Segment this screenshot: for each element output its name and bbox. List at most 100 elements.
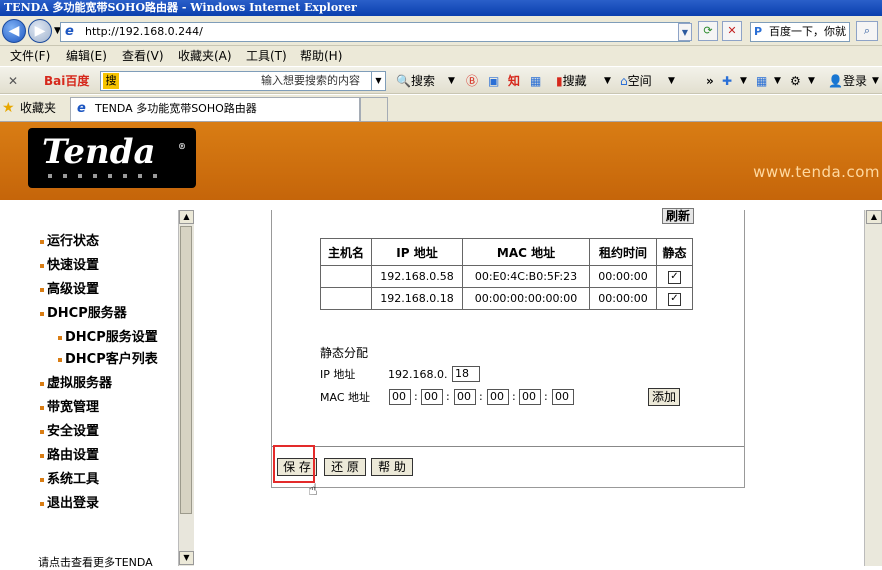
house-icon: ⌂ xyxy=(620,74,628,88)
gear-dropdown-icon[interactable]: ▼ xyxy=(808,73,815,89)
sidebar-item-quick-setup[interactable]: 快速设置 xyxy=(40,254,99,273)
sidebar-item-dhcp-server[interactable]: DHCP服务器 xyxy=(40,302,127,321)
sidebar-item-dhcp-client-list[interactable]: DHCP客户列表 xyxy=(58,348,158,367)
sidebar-item-label: 虚拟服务器 xyxy=(47,376,113,391)
website-label: www.tenda.com xyxy=(753,163,880,181)
refresh-button[interactable]: 刷新 xyxy=(662,208,694,224)
refresh-icon[interactable]: ⟳ xyxy=(698,21,718,41)
header-divider xyxy=(0,200,882,210)
sidebar-item-label: DHCP服务设置 xyxy=(65,330,158,345)
menu-view[interactable]: 查看(V) xyxy=(122,49,164,63)
soucang-label: 搜藏 xyxy=(562,74,587,88)
restore-button[interactable]: 还 原 xyxy=(324,458,366,476)
back-button[interactable]: ◀ xyxy=(2,19,26,43)
sidebar-item-security[interactable]: 安全设置 xyxy=(40,420,99,439)
forward-button[interactable]: ▶ xyxy=(28,19,52,43)
ip-last-octet-input[interactable]: 18 xyxy=(452,366,480,382)
menu-edit[interactable]: 编辑(E) xyxy=(66,49,107,63)
add-button[interactable]: 添加 xyxy=(648,388,680,406)
mac-field-1[interactable]: 00 xyxy=(389,389,411,405)
search-label: 搜索 xyxy=(410,74,435,88)
bullet-icon xyxy=(40,405,44,410)
ie-page-icon: e xyxy=(65,24,74,39)
search-dropdown-icon[interactable]: ▼ xyxy=(448,73,455,89)
zhidao-icon[interactable]: 知 xyxy=(508,73,520,89)
sidebar-item-system-tools[interactable]: 系统工具 xyxy=(40,468,99,487)
cell-ip: 192.168.0.18 xyxy=(371,287,463,310)
sidebar-footer-link[interactable]: 请点击查看更多TENDA xyxy=(38,554,153,570)
mac-separator: : xyxy=(414,390,418,403)
logo-tagline xyxy=(48,174,178,180)
add-icon[interactable]: ✚ xyxy=(722,73,732,89)
sidebar-item-dhcp-settings[interactable]: DHCP服务设置 xyxy=(58,326,158,345)
space-dropdown-icon[interactable]: ▼ xyxy=(668,73,675,89)
sidebar-item-label: 运行状态 xyxy=(47,234,100,249)
mac-field-5[interactable]: 00 xyxy=(519,389,541,405)
bullet-icon xyxy=(40,287,44,292)
col-hostname: 主机名 xyxy=(320,238,372,266)
soucang-button[interactable]: ▮搜藏 xyxy=(556,73,587,89)
mac-field-6[interactable]: 00 xyxy=(552,389,574,405)
menu-favorites[interactable]: 收藏夹(A) xyxy=(178,49,232,63)
menu-help[interactable]: 帮助(H) xyxy=(300,49,342,63)
login-button[interactable]: 👤登录 xyxy=(828,73,867,89)
search-input[interactable]: P 百度一下，你就 xyxy=(750,22,850,42)
favorites-button[interactable]: 收藏夹 xyxy=(20,100,56,116)
chevron-more-icon[interactable]: » xyxy=(706,73,714,89)
favorites-bar: ★ 收藏夹 e TENDA 多功能宽带SOHO路由器 xyxy=(0,95,882,122)
sidebar-scroll-thumb[interactable] xyxy=(180,226,192,514)
scroll-up-icon[interactable]: ▲ xyxy=(179,210,194,224)
help-button[interactable]: 帮 助 xyxy=(371,458,413,476)
mac-separator: : xyxy=(544,390,548,403)
apps-dropdown-icon[interactable]: ▼ xyxy=(774,73,781,89)
tieba-icon[interactable]: Ⓑ xyxy=(466,73,478,89)
bullet-icon xyxy=(40,501,44,506)
ip-label: IP 地址 xyxy=(320,368,356,381)
magnifier-icon: 🔍 xyxy=(396,74,411,88)
static-checkbox[interactable]: ✓ xyxy=(668,271,681,284)
search-go-icon[interactable]: ⌕ xyxy=(856,21,878,41)
address-input[interactable]: e http://192.168.0.244/ xyxy=(60,22,690,42)
user-icon: 👤 xyxy=(828,74,843,88)
space-button[interactable]: ⌂空间 xyxy=(620,73,652,89)
sidebar-item-logout[interactable]: 退出登录 xyxy=(40,492,99,511)
sidebar-item-routing[interactable]: 路由设置 xyxy=(40,444,99,463)
soucang-dropdown-icon[interactable]: ▼ xyxy=(604,73,611,89)
baidu-search-button[interactable]: 🔍搜索 xyxy=(396,73,435,89)
apps-grid-icon[interactable]: ▦ xyxy=(756,73,767,89)
table-row: 192.168.0.18 00:00:00:00:00:00 00:00:00 … xyxy=(320,287,693,310)
new-tab-button[interactable] xyxy=(360,97,388,121)
cell-hostname xyxy=(320,287,372,310)
sidebar-item-label: 高级设置 xyxy=(47,282,100,297)
gear-icon[interactable]: ⚙ xyxy=(790,73,801,89)
toolbar-close-icon[interactable]: ✕ xyxy=(8,73,18,89)
window-title: TENDA 多功能宽带SOHO路由器 - Windows Internet Ex… xyxy=(0,0,882,16)
baidu-dropdown-icon[interactable]: ▼ xyxy=(371,72,385,90)
login-dropdown-icon[interactable]: ▼ xyxy=(872,73,879,89)
mac-field-4[interactable]: 00 xyxy=(487,389,509,405)
main-scrollbar[interactable]: ▲ xyxy=(864,210,882,566)
add-dropdown-icon[interactable]: ▼ xyxy=(740,73,747,89)
sidebar-item-bandwidth[interactable]: 带宽管理 xyxy=(40,396,99,415)
menu-tools[interactable]: 工具(T) xyxy=(246,49,287,63)
tab-tenda[interactable]: e TENDA 多功能宽带SOHO路由器 xyxy=(70,97,360,121)
scroll-down-icon[interactable]: ▼ xyxy=(179,551,194,565)
sidebar-item-status[interactable]: 运行状态 xyxy=(40,230,99,249)
sidebar-item-virtual-server[interactable]: 虚拟服务器 xyxy=(40,372,112,391)
baidu-search-input[interactable]: 搜 输入想要搜索的内容 ▼ xyxy=(100,71,386,91)
mac-field-3[interactable]: 00 xyxy=(454,389,476,405)
ip-prefix: 192.168.0. xyxy=(388,368,448,381)
grid-icon[interactable]: ▦ xyxy=(530,73,541,89)
sidebar-item-label: DHCP客户列表 xyxy=(65,352,158,367)
divider xyxy=(272,446,744,447)
address-dropdown-icon[interactable]: ▼ xyxy=(678,23,692,41)
mac-separator: : xyxy=(479,390,483,403)
scroll-up-icon[interactable]: ▲ xyxy=(866,210,882,224)
stop-icon[interactable]: ✕ xyxy=(722,21,742,41)
image-icon[interactable]: ▣ xyxy=(488,73,499,89)
menu-file[interactable]: 文件(F) xyxy=(10,49,50,63)
sidebar-item-advanced[interactable]: 高级设置 xyxy=(40,278,99,297)
bullet-icon xyxy=(40,429,44,434)
mac-field-2[interactable]: 00 xyxy=(421,389,443,405)
static-checkbox[interactable]: ✓ xyxy=(668,293,681,306)
